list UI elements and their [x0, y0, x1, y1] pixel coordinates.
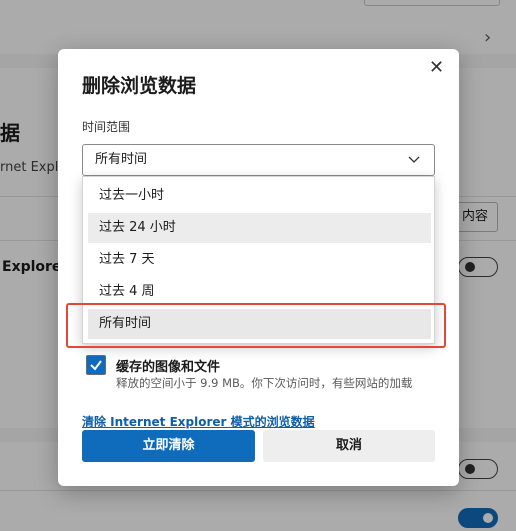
- time-range-label: 时间范围: [82, 120, 131, 134]
- cancel-button[interactable]: 取消: [263, 430, 435, 462]
- option-past-4-weeks[interactable]: 过去 4 周: [88, 277, 431, 307]
- clear-browsing-data-dialog: ✕ 删除浏览数据 时间范围 所有时间 缓存的图像和文件 释放的空间小于 9.9 …: [58, 49, 459, 486]
- time-range-select[interactable]: 所有时间: [82, 144, 435, 176]
- time-range-value: 所有时间: [95, 152, 148, 167]
- dialog-title: 删除浏览数据: [82, 75, 197, 97]
- cache-checkbox[interactable]: [86, 355, 106, 375]
- option-past-24-hours[interactable]: 过去 24 小时: [88, 213, 431, 243]
- clear-now-button[interactable]: 立即清除: [82, 430, 255, 462]
- cache-checkbox-description: 释放的空间小于 9.9 MB。你下次访问时，有些网站的加载: [116, 376, 413, 390]
- option-past-hour[interactable]: 过去一小时: [88, 181, 431, 211]
- close-icon[interactable]: ✕: [429, 57, 444, 78]
- clear-ie-data-link[interactable]: 清除 Internet Explorer 模式的浏览数据: [82, 413, 315, 430]
- cache-checkbox-title: 缓存的图像和文件: [116, 360, 221, 375]
- option-past-7-days[interactable]: 过去 7 天: [88, 245, 431, 275]
- option-all-time[interactable]: 所有时间: [88, 309, 431, 339]
- time-range-dropdown-list: 过去一小时 过去 24 小时 过去 7 天 过去 4 周 所有时间: [82, 176, 435, 344]
- checkmark-icon: [90, 360, 102, 371]
